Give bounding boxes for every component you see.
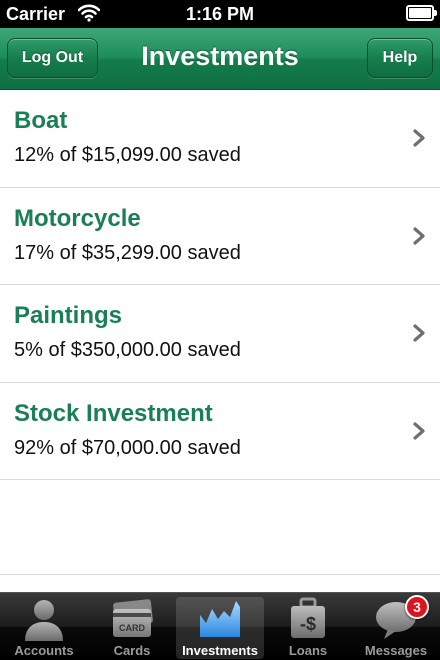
tab-investments[interactable]: Investments [176, 597, 264, 659]
card-icon: CARD [113, 599, 153, 637]
tab-label: Loans [288, 643, 328, 658]
list-item-detail: 12% of $15,099.00 saved [14, 144, 241, 166]
investment-list: Boat 12% of $15,099.00 saved Motorcycle … [0, 90, 440, 480]
tab-label: Cards [113, 643, 151, 658]
list-item-paintings[interactable]: Paintings 5% of $350,000.00 saved [0, 285, 440, 383]
clock: 1:16 PM [185, 4, 255, 24]
chevron-right-icon [413, 421, 425, 440]
chevron-right-icon [413, 324, 425, 342]
tab-label: Messages [364, 643, 428, 658]
chevron-right-icon [413, 226, 425, 245]
tab-label: Accounts [14, 643, 74, 658]
person-icon [25, 600, 63, 641]
list-item-title: Stock Investment [14, 399, 213, 427]
unread-badge: 3 [405, 595, 429, 619]
tab-accounts[interactable]: Accounts [0, 593, 88, 660]
chevron-right-icon [413, 129, 425, 147]
divider [0, 574, 440, 575]
tab-messages[interactable]: 3 Messages [352, 593, 440, 660]
list-item-detail: 5% of $350,000.00 saved [14, 339, 241, 361]
list-item-boat[interactable]: Boat 12% of $15,099.00 saved [0, 90, 440, 188]
list-item-detail: 92% of $70,000.00 saved [14, 436, 241, 459]
battery-icon [406, 5, 437, 21]
card-icon-text: CARD [119, 623, 145, 633]
nav-bar: Log Out Investments Help [0, 28, 440, 90]
tab-label: Investments [182, 643, 258, 658]
tab-loans[interactable]: -$ Loans [264, 593, 352, 660]
loan-icon-text: -$ [300, 614, 316, 634]
list-item-title: Motorcycle [14, 204, 141, 232]
list-item-detail: 17% of $35,299.00 saved [14, 241, 241, 264]
tab-cards[interactable]: CARD Cards [88, 593, 176, 660]
briefcase-dollar-icon: -$ [291, 597, 325, 638]
list-item-motorcycle[interactable]: Motorcycle 17% of $35,299.00 saved [0, 187, 440, 285]
help-button[interactable]: Help [367, 38, 433, 78]
list-item-title: Paintings [14, 302, 123, 329]
status-bar: Carrier 1:16 PM [0, 0, 440, 28]
list-item-stock-investment[interactable]: Stock Investment 92% of $70,000.00 saved [0, 382, 440, 480]
list-item-title: Boat [14, 107, 68, 134]
tab-bar: Accounts CARD Cards Investments -$ Loans [0, 592, 440, 660]
chart-icon [200, 601, 240, 637]
